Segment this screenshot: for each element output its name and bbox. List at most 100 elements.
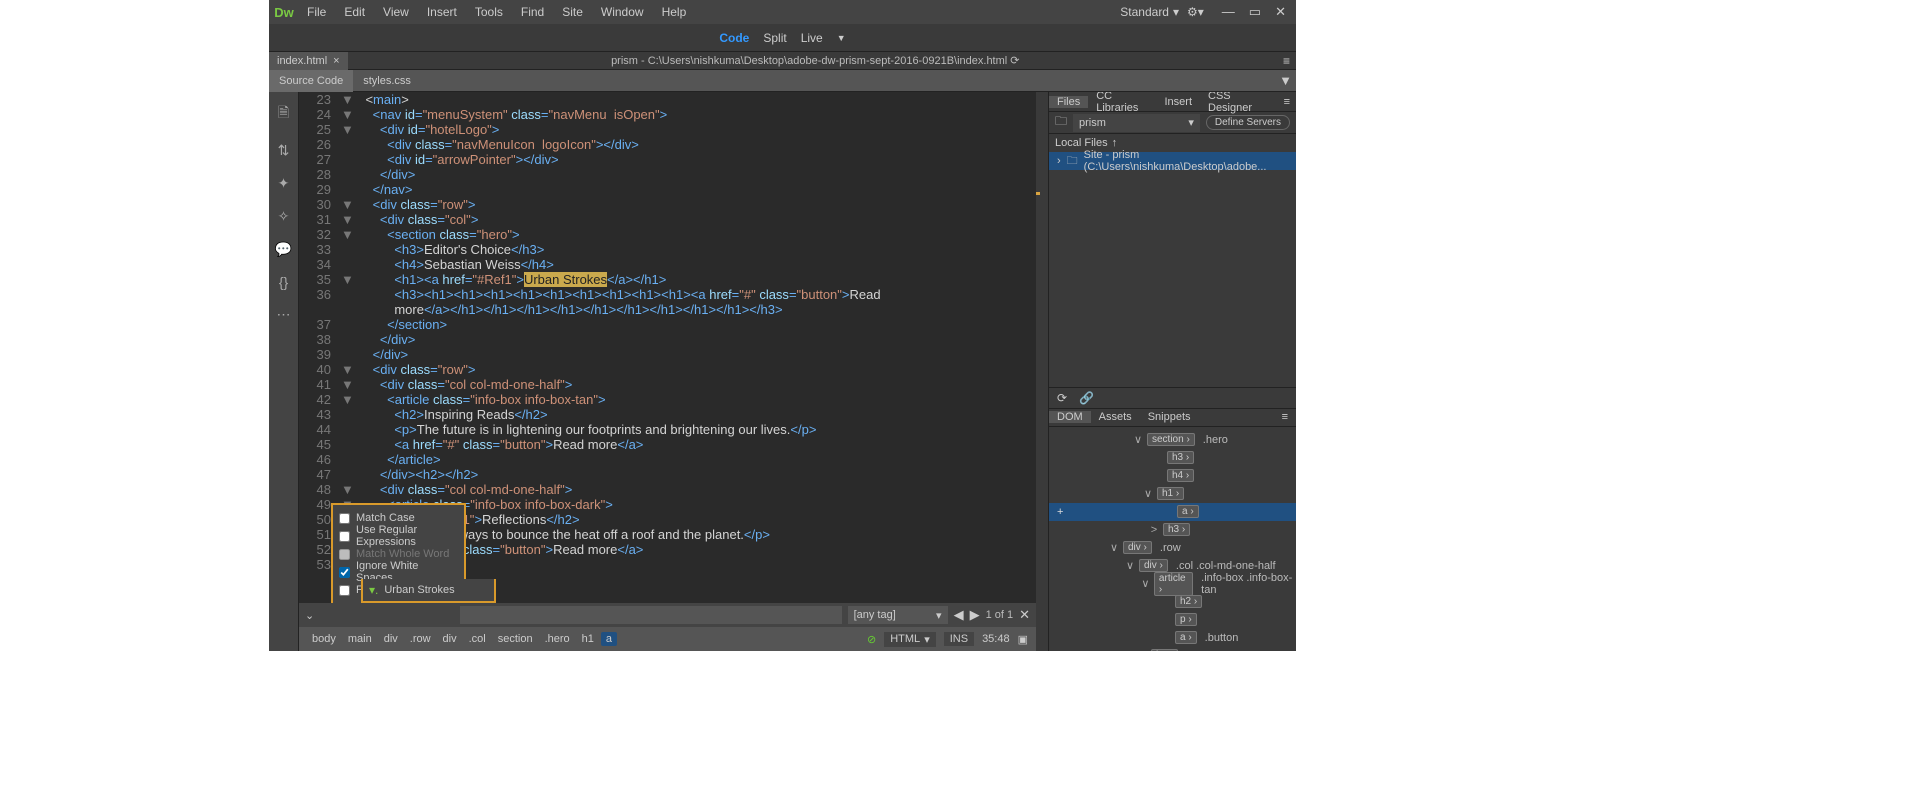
find-bar: ⌄ ▾. Urban Strokes [any tag]▾ ◀ ▶ 1 of 1… xyxy=(299,603,1036,627)
wand-icon[interactable]: ✦ xyxy=(278,175,290,192)
close-button[interactable]: ✕ xyxy=(1275,4,1286,20)
tag-filter-dropdown[interactable]: [any tag]▾ xyxy=(848,606,948,624)
close-tab-icon[interactable]: × xyxy=(333,55,339,67)
doctype-dropdown[interactable]: HTML▾ xyxy=(884,632,935,647)
refresh-icon[interactable]: ⟳ xyxy=(1057,391,1067,405)
use-regex-checkbox[interactable]: Use Regular Expressions xyxy=(339,527,458,545)
breadcrumb: bodymaindiv.rowdiv.colsection.heroh1a xyxy=(307,632,617,646)
breadcrumb-item[interactable]: div xyxy=(438,632,462,646)
panel-tab[interactable]: Files xyxy=(1049,96,1088,108)
panel-tab[interactable]: DOM xyxy=(1049,411,1091,423)
panel-tab[interactable]: CSS Designer xyxy=(1200,90,1276,114)
menu-insert[interactable]: Insert xyxy=(427,5,457,19)
caret-down-icon[interactable]: ▼ xyxy=(837,33,846,43)
close-find-button[interactable]: ✕ xyxy=(1019,607,1030,623)
styles-css-tab[interactable]: styles.css xyxy=(353,70,421,92)
menu-file[interactable]: File xyxy=(307,5,326,19)
filter-icon[interactable]: ▼ xyxy=(1279,73,1292,88)
caret-down-icon: ▾ xyxy=(1173,5,1179,19)
related-files-bar: Source Code styles.css ▼ xyxy=(269,70,1296,92)
menu-window[interactable]: Window xyxy=(601,5,644,19)
menu-site[interactable]: Site xyxy=(562,5,583,19)
prev-match-button[interactable]: ◀ xyxy=(954,607,964,623)
dom-node[interactable]: ∨section ›.hero xyxy=(1049,431,1296,449)
menu-edit[interactable]: Edit xyxy=(344,5,365,19)
dom-node[interactable]: >h3 › xyxy=(1049,521,1296,539)
dom-node[interactable]: h2 › xyxy=(1049,647,1296,652)
file-icon[interactable]: 🗎 xyxy=(278,102,289,126)
scrollbar[interactable] xyxy=(1036,92,1048,651)
dom-panel-tabs: DOMAssetsSnippets ≡ xyxy=(1049,409,1296,427)
find-input[interactable] xyxy=(460,606,841,624)
panel-toolbar: ⟳ 🔗 xyxy=(1049,387,1296,409)
panel-tab[interactable]: Insert xyxy=(1156,96,1200,108)
dom-node[interactable]: a ›.button xyxy=(1049,629,1296,647)
next-match-button[interactable]: ▶ xyxy=(970,607,980,623)
git-icon[interactable]: ⇅ xyxy=(278,142,290,159)
readonly-icon: ⟳ xyxy=(1010,55,1019,67)
brackets-icon[interactable]: {} xyxy=(279,274,288,290)
breadcrumb-item[interactable]: .col xyxy=(464,632,491,646)
more-icon[interactable]: ⋯ xyxy=(277,306,291,323)
link-icon[interactable]: 🔗 xyxy=(1079,391,1094,405)
expand-find-icon[interactable]: ⌄ xyxy=(305,609,314,622)
find-input-display[interactable]: Urban Strokes xyxy=(384,584,454,596)
panel-menu-icon[interactable]: ≡ xyxy=(1274,411,1296,423)
comment-icon[interactable]: 💬 xyxy=(275,241,292,258)
file-tab[interactable]: index.html × xyxy=(269,52,348,70)
menu-help[interactable]: Help xyxy=(662,5,687,19)
split-view-button[interactable]: Split xyxy=(763,31,786,45)
live-view-button[interactable]: Live xyxy=(801,31,823,45)
panel-tab[interactable]: Assets xyxy=(1091,411,1140,423)
insert-mode[interactable]: INS xyxy=(944,632,974,646)
status-bar: bodymaindiv.rowdiv.colsection.heroh1a ⊘ … xyxy=(299,627,1036,651)
breadcrumb-item[interactable]: div xyxy=(379,632,403,646)
sync-settings-icon[interactable]: ⚙▾ xyxy=(1187,5,1204,19)
breadcrumb-item[interactable]: main xyxy=(343,632,377,646)
breadcrumb-item[interactable]: h1 xyxy=(577,632,599,646)
menu-view[interactable]: View xyxy=(383,5,409,19)
preview-icon[interactable]: ▣ xyxy=(1018,633,1028,646)
site-root-row[interactable]: › 🗀 Site - prism (C:\Users\nishkuma\Desk… xyxy=(1049,152,1296,170)
dom-node[interactable]: h4 › xyxy=(1049,467,1296,485)
site-dropdown[interactable]: prism▾ xyxy=(1073,114,1200,132)
find-input-wrap: ▾. Urban Strokes xyxy=(361,579,496,603)
panel-menu-icon[interactable]: ≡ xyxy=(1283,54,1296,68)
breadcrumb-item[interactable]: .row xyxy=(405,632,436,646)
titlebar: Dw FileEditViewInsertToolsFindSiteWindow… xyxy=(269,0,1296,24)
view-mode-bar: Code Split Live ▼ xyxy=(269,24,1296,52)
define-servers-button[interactable]: Define Servers xyxy=(1206,115,1290,130)
breadcrumb-item[interactable]: section xyxy=(493,632,538,646)
right-panels: FilesCC LibrariesInsertCSS Designer≡ 🗀 p… xyxy=(1048,92,1296,651)
dom-node[interactable]: ∨h1 › xyxy=(1049,485,1296,503)
target-icon[interactable]: ✧ xyxy=(278,208,290,225)
minimize-button[interactable]: — xyxy=(1222,4,1235,20)
menu-find[interactable]: Find xyxy=(521,5,544,19)
maximize-button[interactable]: ▭ xyxy=(1249,4,1261,20)
dom-node[interactable]: ∨article ›.info-box .info-box-tan xyxy=(1049,575,1296,593)
source-code-tab[interactable]: Source Code xyxy=(269,70,353,92)
panel-tabs: FilesCC LibrariesInsertCSS Designer≡ xyxy=(1049,92,1296,112)
site-selector-row: 🗀 prism▾ Define Servers xyxy=(1049,112,1296,134)
breadcrumb-item[interactable]: body xyxy=(307,632,341,646)
find-filter-icon[interactable]: ▾. xyxy=(369,583,378,597)
breadcrumb-item[interactable]: a xyxy=(601,632,617,646)
code-toolbar: 🗎 ⇅ ✦ ✧ 💬 {} ⋯ xyxy=(269,92,299,651)
dom-node[interactable]: ∨div ›.row xyxy=(1049,539,1296,557)
dom-node[interactable]: h3 › xyxy=(1049,449,1296,467)
code-view-button[interactable]: Code xyxy=(719,31,749,45)
panel-tab[interactable]: CC Libraries xyxy=(1088,90,1156,114)
menu-tools[interactable]: Tools xyxy=(475,5,503,19)
folder-icon: 🗀 xyxy=(1055,112,1067,133)
main-menu: File Edit View Insert Tools Find Site Window Hel… xyxy=(299,5,686,19)
match-count: 1 of 1 xyxy=(986,609,1014,621)
panel-menu-icon[interactable]: ≡ xyxy=(1276,96,1296,108)
panel-tab[interactable]: Snippets xyxy=(1140,411,1199,423)
dom-node[interactable]: +a › xyxy=(1049,503,1296,521)
app-window: Dw FileEditViewInsertToolsFindSiteWindow… xyxy=(269,0,1296,651)
dom-node[interactable]: p › xyxy=(1049,611,1296,629)
document-path: prism - C:\Users\nishkuma\Desktop\adobe-… xyxy=(348,54,1283,67)
workspace-switcher[interactable]: Standard ▾ ⚙▾ xyxy=(1120,5,1212,19)
dom-tree[interactable]: ∨section ›.heroh3 ›h4 ›∨h1 ›+a ›>h3 ›∨di… xyxy=(1049,427,1296,652)
breadcrumb-item[interactable]: .hero xyxy=(540,632,575,646)
